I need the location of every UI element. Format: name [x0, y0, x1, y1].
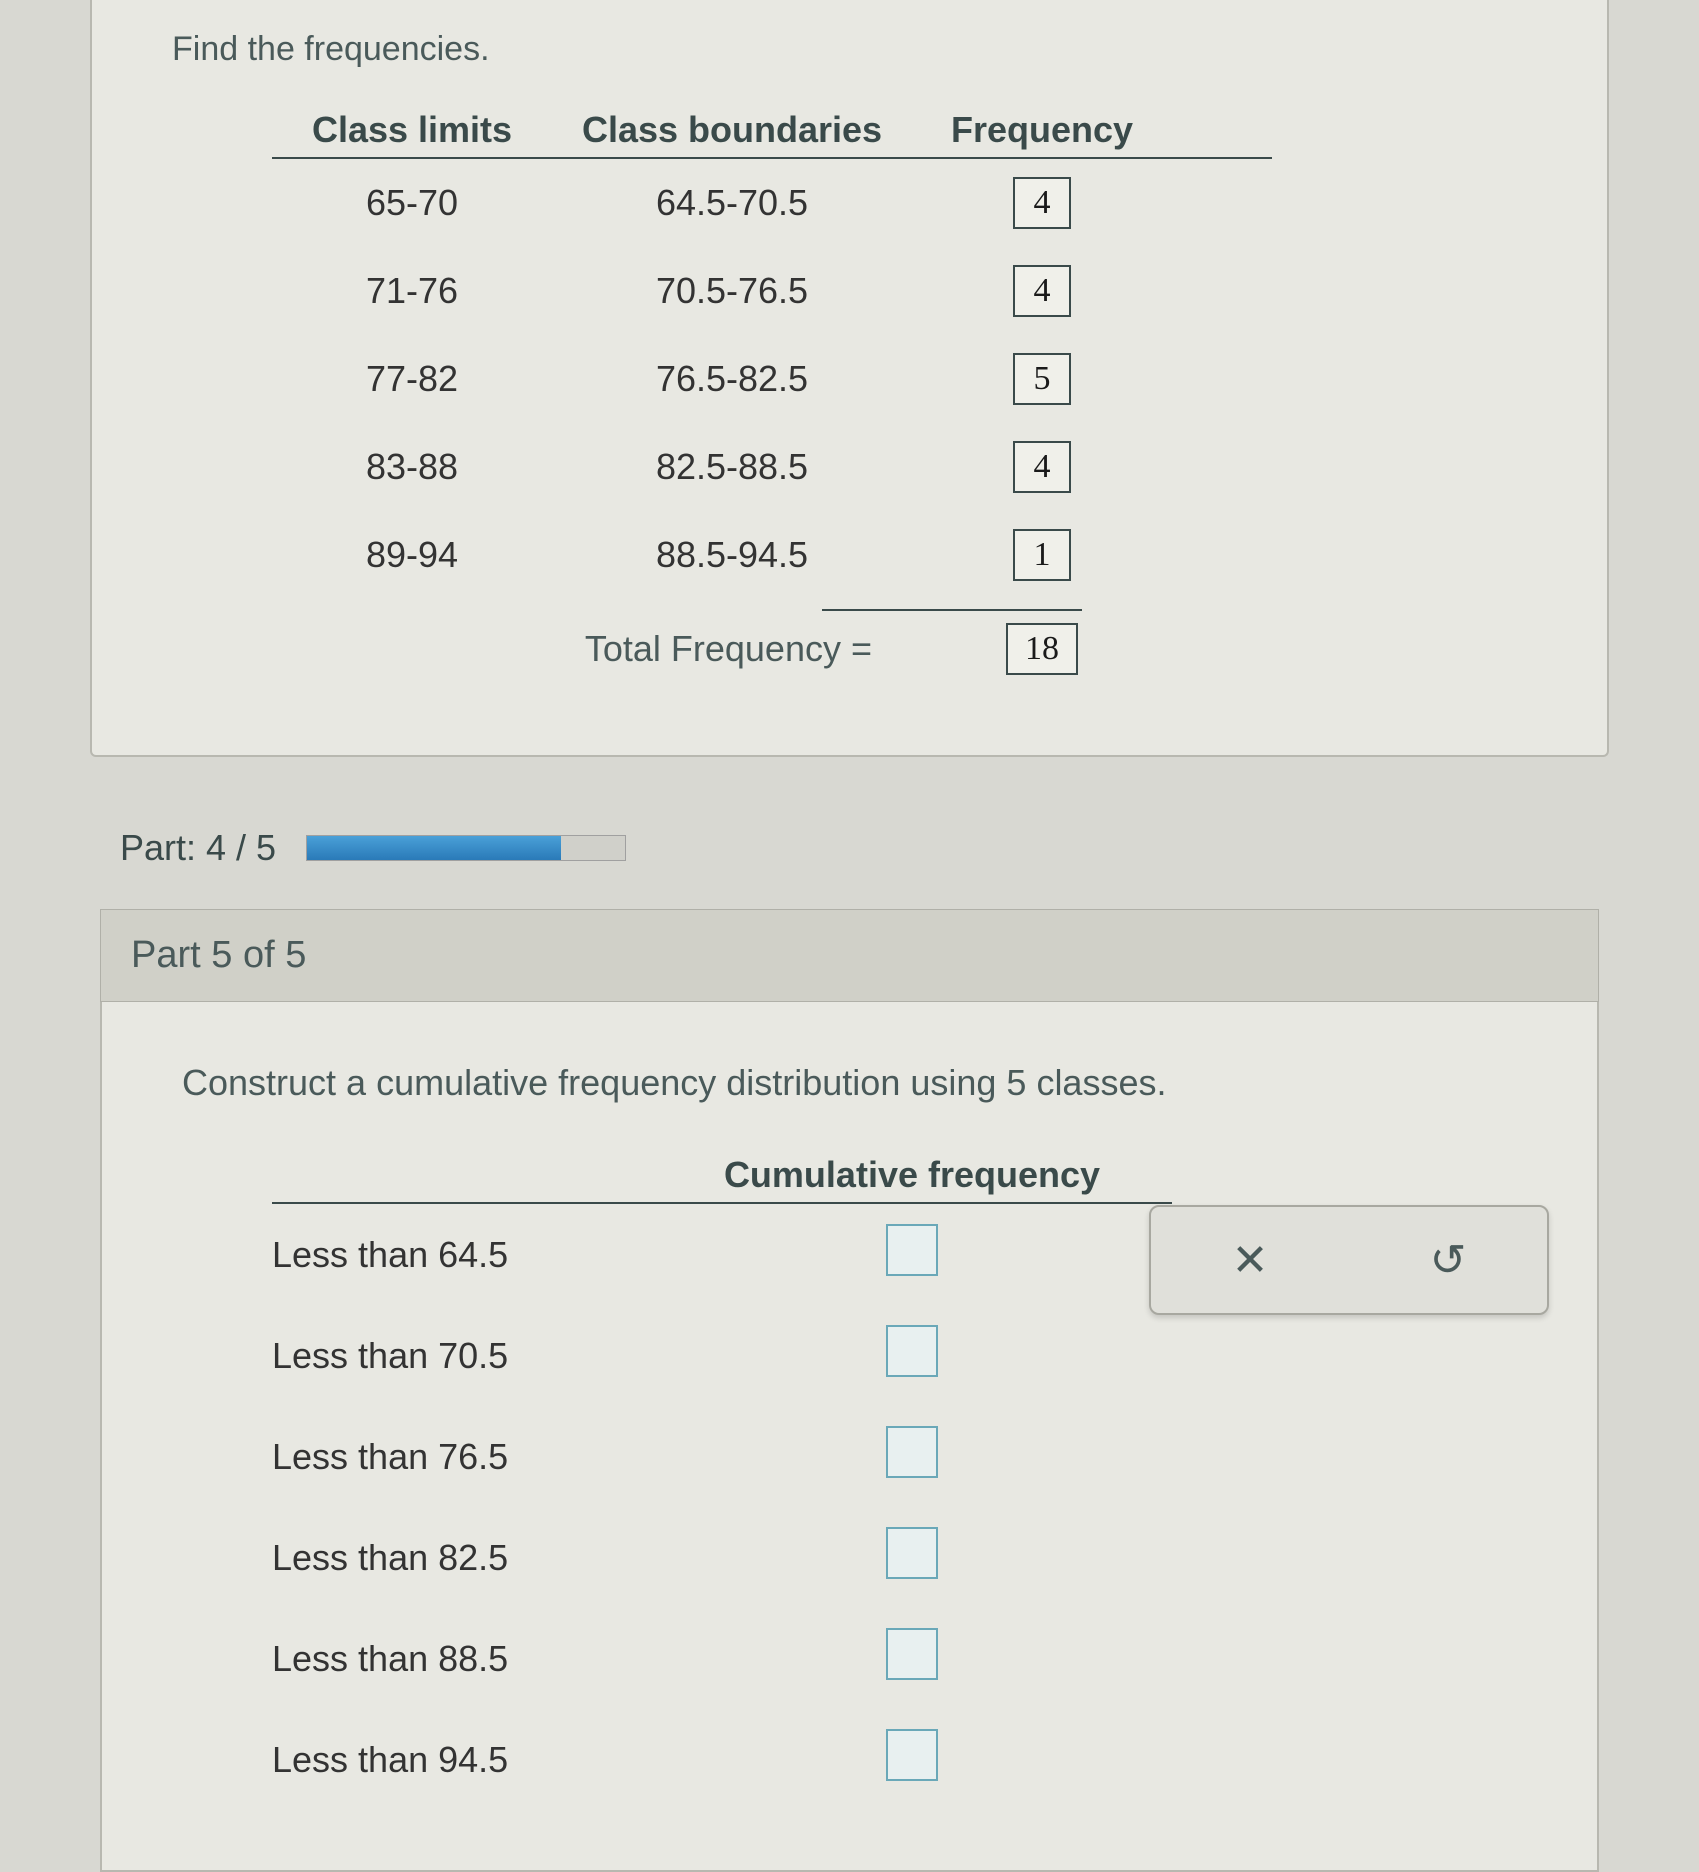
header-class-boundaries: Class boundaries: [552, 109, 912, 151]
cell-boundaries: 76.5-82.5: [552, 358, 912, 400]
cell-frequency: 4: [912, 265, 1172, 317]
cumulative-input[interactable]: [886, 1729, 938, 1781]
cumulative-label: Less than 64.5: [272, 1234, 652, 1276]
cumulative-input[interactable]: [886, 1628, 938, 1680]
close-button[interactable]: ✕: [1220, 1235, 1280, 1286]
cumulative-input[interactable]: [886, 1224, 938, 1276]
cell-limits: 83-88: [272, 446, 552, 488]
frequency-value-box[interactable]: 5: [1013, 353, 1071, 405]
cell-frequency: 1: [912, 529, 1172, 581]
frequency-value-box[interactable]: 4: [1013, 265, 1071, 317]
progress-bar: [306, 835, 626, 861]
action-panel: ✕ ↺: [1149, 1205, 1549, 1315]
part-progress: Part: 4 / 5: [120, 827, 1579, 869]
frequency-value-box[interactable]: 4: [1013, 177, 1071, 229]
bottom-panel: Construct a cumulative frequency distrib…: [100, 1002, 1599, 1872]
total-frequency-value-box[interactable]: 18: [1006, 623, 1078, 675]
frequency-value-box[interactable]: 1: [1013, 529, 1071, 581]
header-frequency: Frequency: [912, 109, 1172, 151]
cell-limits: 77-82: [272, 358, 552, 400]
cumulative-input-cell: [652, 1224, 1172, 1285]
frequency-value-box[interactable]: 4: [1013, 441, 1071, 493]
close-icon: ✕: [1232, 1236, 1269, 1285]
cell-boundaries: 70.5-76.5: [552, 270, 912, 312]
total-frequency-label: Total Frequency =: [272, 628, 912, 670]
cell-limits: 71-76: [272, 270, 552, 312]
progress-fill: [307, 836, 561, 860]
table-row: Less than 94.5: [272, 1709, 1172, 1810]
cumulative-label: Less than 76.5: [272, 1436, 652, 1478]
table-row: Less than 88.5: [272, 1608, 1172, 1709]
part5-header: Part 5 of 5: [100, 909, 1599, 1002]
instruction-text: Find the frequencies.: [172, 30, 1527, 69]
header-cumulative-frequency: Cumulative frequency: [652, 1154, 1172, 1196]
cell-boundaries: 82.5-88.5: [552, 446, 912, 488]
frequency-table-header: Class limits Class boundaries Frequency: [272, 109, 1272, 159]
cumulative-label: Less than 88.5: [272, 1638, 652, 1680]
reset-icon: ↺: [1430, 1236, 1467, 1285]
cumulative-input-cell: [652, 1729, 1172, 1790]
header-class-limits: Class limits: [272, 109, 552, 151]
table-row: Less than 64.5: [272, 1204, 1172, 1305]
table-row: 77-82 76.5-82.5 5: [272, 335, 1272, 423]
cell-frequency: 5: [912, 353, 1172, 405]
table-row: Less than 76.5: [272, 1406, 1172, 1507]
cumulative-input-cell: [652, 1426, 1172, 1487]
cumulative-input[interactable]: [886, 1527, 938, 1579]
table-row: 83-88 82.5-88.5 4: [272, 423, 1272, 511]
cumulative-table-header: Cumulative frequency: [272, 1154, 1172, 1204]
total-row: Total Frequency = 18: [272, 599, 1272, 675]
reset-button[interactable]: ↺: [1418, 1235, 1478, 1286]
cell-boundaries: 64.5-70.5: [552, 182, 912, 224]
cumulative-input-cell: [652, 1527, 1172, 1588]
table-row: Less than 70.5: [272, 1305, 1172, 1406]
cumulative-label: Less than 70.5: [272, 1335, 652, 1377]
cell-frequency: 4: [912, 441, 1172, 493]
table-row: 89-94 88.5-94.5 1: [272, 511, 1272, 599]
total-frequency-cell: 18: [912, 623, 1172, 675]
part-progress-label: Part: 4 / 5: [120, 827, 276, 869]
table-row: 71-76 70.5-76.5 4: [272, 247, 1272, 335]
cumulative-label: Less than 94.5: [272, 1739, 652, 1781]
instruction-text-2: Construct a cumulative frequency distrib…: [182, 1062, 1517, 1104]
cell-frequency: 4: [912, 177, 1172, 229]
top-panel: Find the frequencies. Class limits Class…: [90, 0, 1609, 757]
cell-limits: 89-94: [272, 534, 552, 576]
cell-limits: 65-70: [272, 182, 552, 224]
table-row: Less than 82.5: [272, 1507, 1172, 1608]
table-row: 65-70 64.5-70.5 4: [272, 159, 1272, 247]
cumulative-input[interactable]: [886, 1325, 938, 1377]
cumulative-input-cell: [652, 1628, 1172, 1689]
cumulative-input[interactable]: [886, 1426, 938, 1478]
cumulative-label: Less than 82.5: [272, 1537, 652, 1579]
cumulative-input-cell: [652, 1325, 1172, 1386]
cell-boundaries: 88.5-94.5: [552, 534, 912, 576]
frequency-table: Class limits Class boundaries Frequency …: [272, 109, 1527, 675]
